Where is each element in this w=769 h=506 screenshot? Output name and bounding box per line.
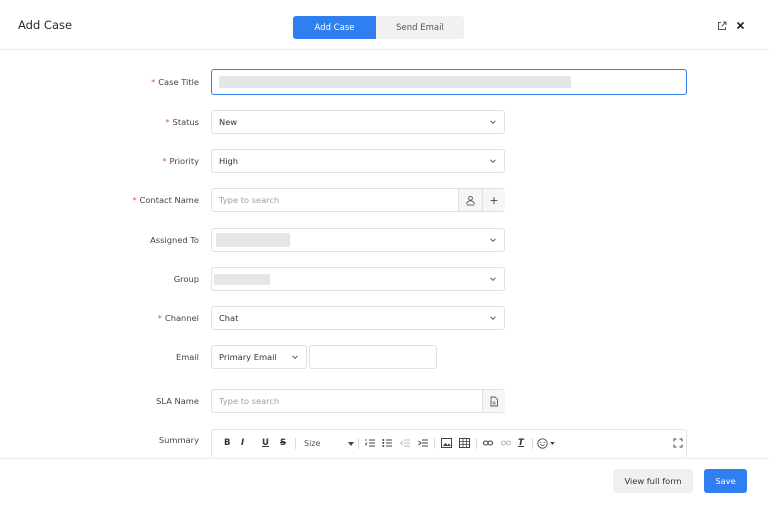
caret-down-icon xyxy=(550,442,555,445)
email-type-select[interactable]: Primary Email xyxy=(211,345,307,369)
group-select[interactable] xyxy=(211,267,505,291)
tab-add-case[interactable]: Add Case xyxy=(293,16,376,39)
summary-editor-toolbar: B I U S Size T xyxy=(211,429,687,457)
add-contact-button[interactable]: + xyxy=(482,189,505,211)
channel-select[interactable]: Chat xyxy=(211,306,505,330)
clear-format-button[interactable]: T xyxy=(518,438,524,449)
strikethrough-button[interactable]: S xyxy=(280,438,286,449)
document-icon xyxy=(490,396,498,406)
email-input[interactable] xyxy=(309,345,437,369)
outdent-icon[interactable] xyxy=(400,438,410,448)
priority-label: * Priority xyxy=(162,156,199,166)
priority-select[interactable]: High xyxy=(211,149,505,173)
tab-send-email[interactable]: Send Email xyxy=(376,16,464,39)
toolbar-divider xyxy=(358,438,359,449)
save-button[interactable]: Save xyxy=(704,469,747,493)
chevron-down-icon xyxy=(490,316,496,321)
assigned-to-select[interactable] xyxy=(211,228,505,252)
toolbar-divider xyxy=(295,438,296,449)
chevron-down-icon xyxy=(490,238,496,243)
contacts-icon xyxy=(466,195,475,205)
contact-name-label: * Contact Name xyxy=(132,195,199,205)
group-label: Group xyxy=(173,274,199,284)
sla-lookup-button[interactable] xyxy=(482,390,505,412)
toolbar-divider xyxy=(476,438,477,449)
close-icon[interactable] xyxy=(735,20,746,31)
case-title-label: * Case Title xyxy=(151,77,199,87)
ordered-list-icon[interactable] xyxy=(365,438,375,448)
view-full-form-button[interactable]: View full form xyxy=(613,469,693,493)
channel-label: * Channel xyxy=(157,313,199,323)
fullscreen-icon[interactable] xyxy=(673,438,683,448)
email-label: Email xyxy=(175,352,199,362)
image-icon[interactable] xyxy=(441,438,452,448)
bold-button[interactable]: B xyxy=(224,438,230,449)
bullet-list-icon[interactable] xyxy=(382,438,392,448)
indent-icon[interactable] xyxy=(418,438,428,448)
sla-name-input[interactable]: Type to search xyxy=(211,389,505,413)
external-link-icon[interactable] xyxy=(716,20,727,31)
caret-down-icon xyxy=(348,442,354,446)
tab-bar: Add Case Send Email xyxy=(293,16,464,39)
underline-button[interactable]: U xyxy=(262,438,269,449)
font-size-select[interactable]: Size xyxy=(304,438,320,449)
toolbar-divider xyxy=(434,438,435,449)
chevron-down-icon xyxy=(490,120,496,125)
chevron-down-icon xyxy=(490,277,496,282)
toolbar-divider xyxy=(532,438,533,449)
link-icon[interactable] xyxy=(483,438,493,448)
chevron-down-icon xyxy=(490,159,496,164)
assigned-to-label: Assigned To xyxy=(150,235,199,245)
table-icon[interactable] xyxy=(459,438,470,448)
redacted-value xyxy=(214,274,270,285)
status-label: * Status xyxy=(165,117,199,127)
redacted-value xyxy=(216,233,290,247)
chevron-down-icon xyxy=(292,355,298,360)
dialog-footer: View full form Save xyxy=(0,458,769,506)
contact-lookup-button[interactable] xyxy=(458,189,482,211)
contact-name-input[interactable]: Type to search + xyxy=(211,188,505,212)
dialog-header: Add Case Add Case Send Email xyxy=(0,0,769,50)
case-title-input[interactable] xyxy=(211,69,687,95)
emoji-icon[interactable] xyxy=(537,438,548,449)
summary-label: Summary xyxy=(158,435,199,445)
status-select[interactable]: New xyxy=(211,110,505,134)
italic-button[interactable]: I xyxy=(241,438,244,449)
unlink-icon[interactable] xyxy=(501,438,511,448)
dialog-title: Add Case xyxy=(18,18,73,32)
redacted-value xyxy=(219,76,571,88)
sla-name-label: SLA Name xyxy=(156,396,199,406)
